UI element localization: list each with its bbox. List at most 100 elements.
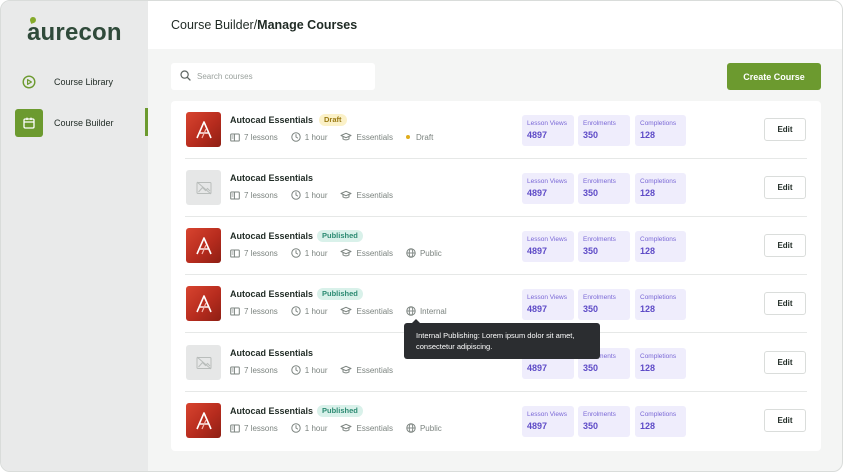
draft-status-dot — [405, 135, 410, 139]
sidebar: aurecon Course Library Course Builder — [1, 1, 148, 471]
autocad-logo-icon — [195, 411, 212, 429]
enrolments-stat: Enrolments 350 — [578, 406, 630, 437]
edit-button[interactable]: Edit — [764, 234, 806, 257]
completions-stat: Completions 128 — [635, 115, 686, 146]
duration: 1 hour — [291, 365, 327, 375]
table-row: Autocad Essentials Published 7 lessons 1… — [171, 217, 821, 275]
duration: 1 hour — [291, 306, 327, 316]
lessons-count: 7 lessons — [230, 191, 278, 200]
course-thumbnail[interactable] — [186, 345, 221, 380]
play-circle-icon — [15, 68, 43, 96]
graduation-cap-icon — [340, 423, 352, 432]
course-thumbnail[interactable] — [186, 403, 221, 438]
lessons-count: 7 lessons — [230, 249, 278, 258]
clock-icon — [291, 248, 301, 258]
page-header: Course Builder/Manage Courses — [148, 1, 842, 49]
course-meta: 7 lessons 1 hour Essentials Internal — [230, 306, 460, 316]
completions-stat: Completions 128 — [635, 289, 686, 320]
course-status: Internal — [406, 306, 447, 316]
create-course-button[interactable]: Create Course — [727, 63, 821, 90]
autocad-logo-icon — [195, 120, 212, 138]
course-title[interactable]: Autocad Essentials — [230, 115, 313, 125]
status-badge: Published — [317, 405, 363, 417]
status-badge: Published — [317, 288, 363, 300]
sidebar-item-label: Course Library — [54, 77, 114, 87]
graduation-cap-icon — [340, 306, 352, 315]
globe-icon — [406, 248, 416, 258]
sidebar-item-label: Course Builder — [54, 118, 114, 128]
clock-icon — [291, 190, 301, 200]
course-thumbnail[interactable] — [186, 228, 221, 263]
table-row: Autocad Essentials Draft 7 lessons 1 hou… — [171, 101, 821, 159]
breadcrumb-root[interactable]: Course Builder — [171, 18, 254, 32]
graduation-cap-icon — [340, 248, 352, 257]
book-icon — [230, 133, 240, 141]
graduation-cap-icon — [340, 190, 352, 199]
autocad-logo-icon — [195, 294, 212, 312]
autocad-logo-icon — [195, 236, 212, 254]
course-level: Essentials — [340, 248, 393, 258]
aurecon-logo[interactable]: aurecon — [27, 16, 122, 47]
search-box[interactable] — [171, 63, 375, 90]
book-icon — [230, 191, 240, 199]
edit-button[interactable]: Edit — [764, 351, 806, 374]
page-title: Manage Courses — [257, 18, 358, 32]
search-input[interactable] — [197, 72, 367, 81]
image-placeholder-icon — [196, 181, 211, 194]
course-title[interactable]: Autocad Essentials — [230, 173, 313, 183]
graduation-cap-icon — [340, 132, 352, 141]
status-badge: Published — [317, 230, 363, 242]
breadcrumb: Course Builder/Manage Courses — [171, 18, 357, 32]
book-icon — [230, 249, 240, 257]
table-row: Autocad Essentials Published 7 lessons 1… — [171, 392, 821, 450]
search-icon — [180, 68, 191, 86]
course-list: Autocad Essentials Draft 7 lessons 1 hou… — [171, 101, 821, 451]
course-level: Essentials — [340, 132, 393, 142]
course-title[interactable]: Autocad Essentials — [230, 406, 313, 416]
completions-stat: Completions 128 — [635, 231, 686, 262]
lesson-views-stat: Lesson Views 4897 — [522, 173, 574, 204]
course-status: Draft — [405, 133, 433, 142]
lesson-views-stat: Lesson Views 4897 — [522, 289, 574, 320]
image-placeholder-icon — [196, 356, 211, 369]
book-icon — [230, 366, 240, 374]
course-status: Public — [406, 248, 442, 258]
lesson-views-stat: Lesson Views 4897 — [522, 231, 574, 262]
course-title[interactable]: Autocad Essentials — [230, 348, 313, 358]
edit-button[interactable]: Edit — [764, 409, 806, 432]
status-badge: Draft — [319, 114, 347, 126]
sidebar-item-course-library[interactable]: Course Library — [1, 67, 148, 97]
lessons-count: 7 lessons — [230, 307, 278, 316]
course-thumbnail[interactable] — [186, 170, 221, 205]
edit-button[interactable]: Edit — [764, 292, 806, 315]
globe-icon — [406, 423, 416, 433]
course-title[interactable]: Autocad Essentials — [230, 231, 313, 241]
table-row: Autocad Essentials 7 lessons 1 hour Esse… — [171, 159, 821, 217]
course-thumbnail[interactable] — [186, 112, 221, 147]
sidebar-item-course-builder[interactable]: Course Builder — [1, 108, 148, 138]
lesson-views-stat: Lesson Views 4897 — [522, 115, 574, 146]
course-title[interactable]: Autocad Essentials — [230, 289, 313, 299]
duration: 1 hour — [291, 190, 327, 200]
clock-icon — [291, 306, 301, 316]
completions-stat: Completions 128 — [635, 406, 686, 437]
lesson-views-stat: Lesson Views 4897 — [522, 406, 574, 437]
edit-button[interactable]: Edit — [764, 118, 806, 141]
course-level: Essentials — [340, 423, 393, 433]
enrolments-stat: Enrolments 350 — [578, 173, 630, 204]
book-icon — [230, 424, 240, 432]
enrolments-stat: Enrolments 350 — [578, 115, 630, 146]
edit-button[interactable]: Edit — [764, 176, 806, 199]
course-level: Essentials — [340, 306, 393, 316]
completions-stat: Completions 128 — [635, 348, 686, 379]
course-thumbnail[interactable] — [186, 286, 221, 321]
completions-stat: Completions 128 — [635, 173, 686, 204]
internal-publishing-tooltip: Internal Publishing: Lorem ipsum dolor s… — [404, 319, 600, 359]
course-meta: 7 lessons 1 hour Essentials Public — [230, 248, 455, 258]
lessons-count: 7 lessons — [230, 366, 278, 375]
course-meta: 7 lessons 1 hour Essentials Draft — [230, 132, 446, 142]
clock-icon — [291, 365, 301, 375]
duration: 1 hour — [291, 423, 327, 433]
duration: 1 hour — [291, 132, 327, 142]
logo-text: aurecon — [27, 19, 122, 46]
